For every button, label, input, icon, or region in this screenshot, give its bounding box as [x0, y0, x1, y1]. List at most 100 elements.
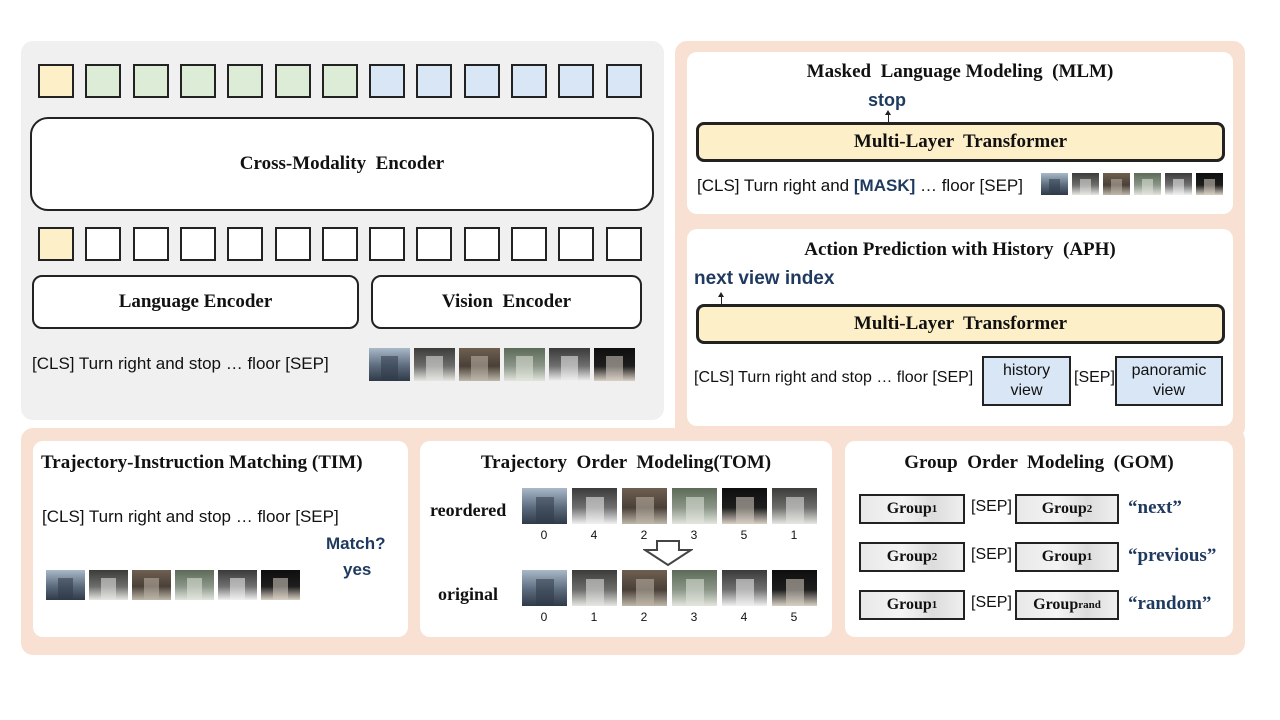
tom-original-index-label: 5 — [790, 610, 798, 624]
tom-reordered-view-image-0 — [522, 488, 567, 524]
tom-reordered-view-image-3 — [672, 488, 717, 524]
mlm-view-images — [1041, 173, 1223, 195]
input-token-0 — [38, 227, 74, 261]
tom-original-index-label: 0 — [540, 610, 548, 624]
gom-right-group-box: Group 2 — [1015, 494, 1119, 524]
mlm-view-image-1 — [1072, 173, 1099, 195]
gom-right-group-box: Group rand — [1015, 590, 1119, 620]
tim-question: Match? — [326, 534, 386, 553]
input-token-9 — [463, 227, 500, 261]
input-token-11 — [558, 227, 595, 261]
input-token-1 — [85, 227, 122, 261]
output-token-3 — [179, 64, 216, 98]
output-token-0 — [38, 64, 74, 98]
aph-output-arrowhead — [718, 292, 724, 297]
encoder-view-image-1 — [414, 348, 455, 381]
aph-title: Action Prediction with History (APH) — [804, 239, 1116, 260]
tim-view-image-3 — [175, 570, 214, 600]
history-view-line1: history — [1002, 362, 1051, 379]
tim-view-image-2 — [132, 570, 171, 600]
gom-left-group-label: Group — [886, 548, 932, 565]
input-token-12 — [605, 227, 642, 261]
mlm-view-image-5 — [1196, 173, 1223, 195]
mlm-title: Masked Language Modeling (MLM) — [806, 61, 1114, 82]
tom-reordered-images: 042351 — [520, 488, 820, 542]
input-token-2 — [132, 227, 169, 261]
tom-original-view-image-1 — [572, 570, 617, 606]
output-token-8 — [416, 64, 453, 98]
encoder-view-image-3 — [504, 348, 545, 381]
tom-original-images: 0 1 2 3 4 5 — [520, 570, 820, 626]
tom-reordered-view-image-2 — [622, 488, 667, 524]
input-token-10 — [511, 227, 547, 261]
tim-answer: yes — [343, 560, 372, 579]
aph-output-label: next view index — [694, 268, 835, 289]
mlm-output-word: stop — [868, 90, 906, 110]
tim-view-image-0 — [46, 570, 85, 600]
input-token-4 — [227, 227, 264, 261]
gom-title: Group Order Modeling (GOM) — [904, 452, 1174, 473]
panoramic-view-line2: view — [1152, 382, 1185, 399]
gom-right-group-label: Group — [1033, 596, 1079, 613]
encoder-view-image-2 — [459, 348, 500, 381]
language-encoder: Language Encoder — [32, 275, 359, 329]
tom-title: Trajectory Order Modeling(TOM) — [480, 452, 772, 473]
output-token-10 — [511, 64, 547, 98]
gom-right-group-label: Group — [1041, 548, 1087, 565]
aph-input-sequence: [CLS] Turn right and stop … floor [SEP] — [694, 369, 974, 386]
tom-down-arrow — [643, 540, 693, 566]
tom-original-view-image-2 — [622, 570, 667, 606]
tim-title: Trajectory-Instruction Matching (TIM) — [41, 452, 363, 473]
tom-original-index-label: 2 — [640, 610, 648, 624]
tom-reordered-view-image-1 — [572, 488, 617, 524]
encoder-input-sequence: [CLS] Turn right and stop … floor [SEP] — [32, 354, 329, 373]
aph-transformer-label: Multi-Layer Transformer — [853, 313, 1068, 334]
gom-sep: [SEP] — [971, 546, 1012, 563]
tom-original-label: original — [438, 584, 499, 604]
gom-left-group-subscript: 1 — [931, 599, 938, 611]
cross-modality-encoder-label: Cross-Modality Encoder — [239, 153, 445, 174]
tom-original-view-image-5 — [772, 570, 817, 606]
tim-view-images — [46, 570, 300, 600]
gom-left-group-subscript: 1 — [931, 503, 938, 515]
output-token-4 — [227, 64, 264, 98]
mlm-seq-suffix: … floor [SEP] — [915, 176, 1023, 195]
mlm-seq-prefix: [CLS] Turn right and — [697, 176, 854, 195]
gom-sep: [SEP] — [971, 498, 1012, 515]
tim-view-image-4 — [218, 570, 257, 600]
tim-view-image-5 — [261, 570, 300, 600]
tom-reordered-view-image-4 — [722, 488, 767, 524]
tom-reordered-view-image-5 — [772, 488, 817, 524]
mask-token: [MASK] — [853, 176, 916, 195]
tom-reordered-index-label: 0 — [540, 528, 548, 542]
panoramic-view-box: panoramic view — [1115, 356, 1223, 406]
encoder-view-image-0 — [369, 348, 410, 381]
input-token-6 — [321, 227, 358, 261]
gom-right-group-subscript: rand — [1078, 599, 1101, 611]
cross-modality-encoder: Cross-Modality Encoder — [30, 117, 654, 211]
language-encoder-label: Language Encoder — [118, 291, 273, 312]
mlm-output-arrowhead — [885, 110, 891, 115]
tom-reordered-index-label: 5 — [740, 528, 748, 542]
mlm-view-image-3 — [1134, 173, 1161, 195]
input-token-5 — [274, 227, 311, 261]
history-view-line2: view — [1010, 382, 1043, 399]
output-token-7 — [369, 64, 406, 98]
gom-left-group-box: Group 1 — [859, 494, 965, 524]
tim-input-sequence: [CLS] Turn right and stop … floor [SEP] — [42, 507, 339, 526]
gom-left-group-label: Group — [886, 500, 932, 517]
output-token-1 — [85, 64, 122, 98]
encoder-view-image-4 — [549, 348, 590, 381]
mlm-view-image-2 — [1103, 173, 1130, 195]
mlm-input-sequence: [CLS] Turn right and [MASK] … floor [SEP… — [697, 176, 1023, 196]
gom-right-group-subscript: 2 — [1086, 503, 1093, 515]
vision-encoder-label: Vision Encoder — [441, 291, 572, 312]
output-token-2 — [132, 64, 169, 98]
gom-right-group-subscript: 1 — [1086, 551, 1093, 563]
gom-sep: [SEP] — [971, 594, 1012, 611]
gom-order-label: “random” — [1128, 593, 1212, 614]
mlm-view-image-4 — [1165, 173, 1192, 195]
tim-view-image-1 — [89, 570, 128, 600]
tom-original-index-label: 4 — [740, 610, 748, 624]
tom-reordered-label: reordered — [430, 500, 507, 520]
